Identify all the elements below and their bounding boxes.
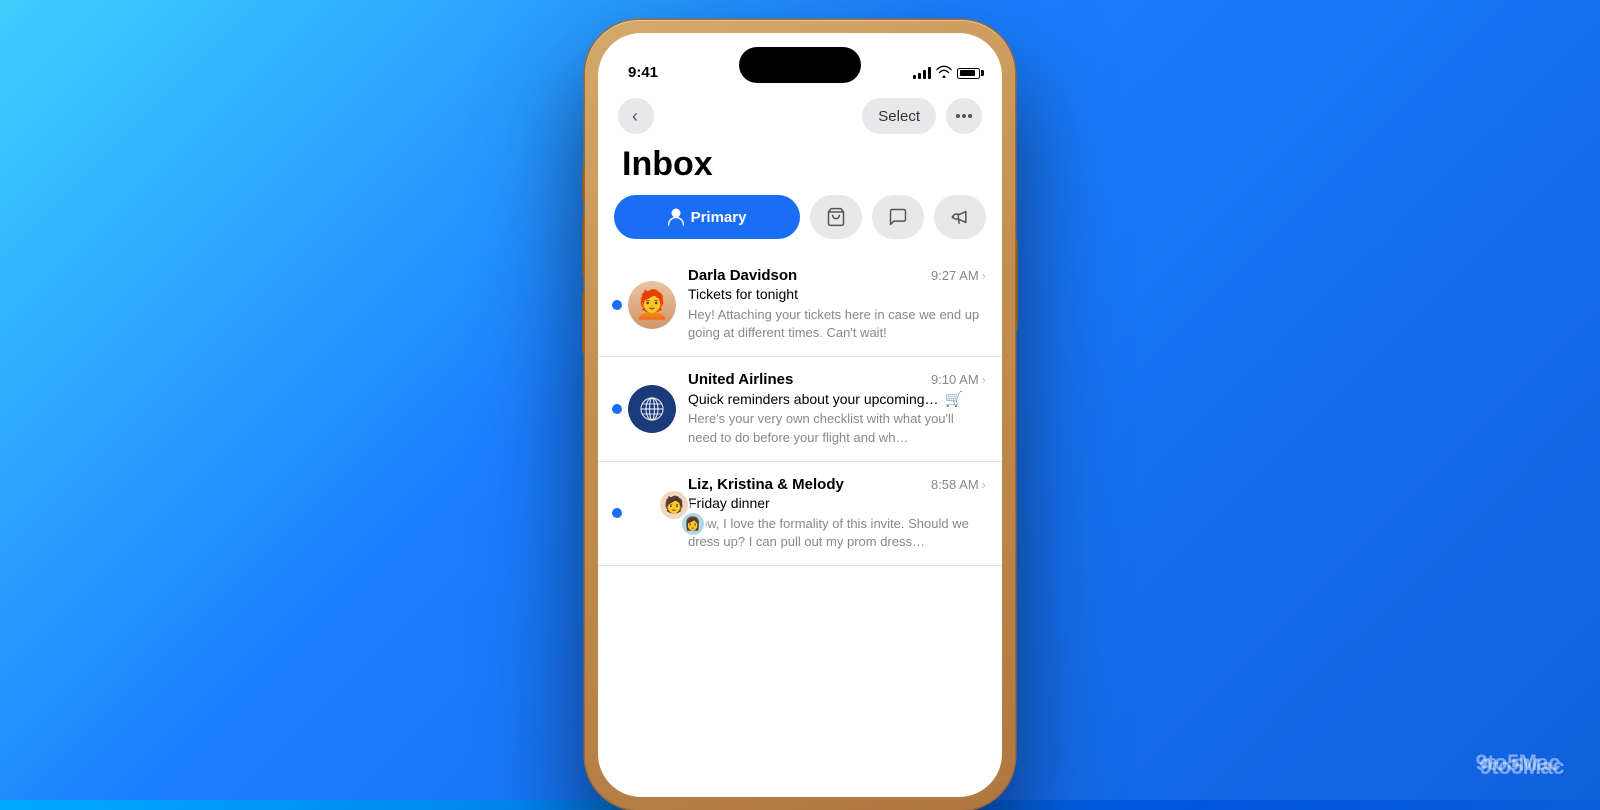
avatar-group: 🧑 👩 xyxy=(628,489,676,537)
chevron-3: › xyxy=(982,477,986,492)
chat-icon xyxy=(888,207,908,227)
select-button[interactable]: Select xyxy=(862,98,936,134)
unread-dot-3 xyxy=(612,508,622,518)
time-3: 8:58 AM xyxy=(931,477,979,492)
sender-3: Liz, Kristina & Melody xyxy=(688,476,844,493)
dynamic-island xyxy=(739,47,861,83)
back-button[interactable]: ‹ xyxy=(618,98,654,134)
email-item-3[interactable]: 🧑 👩 Liz, Kristina & Melody 8:58 AM › xyxy=(598,462,1002,566)
chevron-1: › xyxy=(982,268,986,283)
back-chevron-icon: ‹ xyxy=(632,106,638,127)
subject-1: Tickets for tonight xyxy=(688,286,798,302)
sender-1: Darla Davidson xyxy=(688,267,797,284)
sender-2: United Airlines xyxy=(688,371,793,388)
wifi-icon xyxy=(936,65,952,81)
tab-primary[interactable]: Primary xyxy=(614,195,800,239)
email-item-2[interactable]: United Airlines 9:10 AM › Quick reminder… xyxy=(598,357,1002,461)
cart-icon xyxy=(826,207,846,227)
unread-dot-2 xyxy=(612,404,622,414)
select-label: Select xyxy=(878,108,920,125)
category-tabs: Primary xyxy=(614,195,986,239)
nav-right: Select xyxy=(862,98,982,134)
unread-dot-1 xyxy=(612,300,622,310)
more-button[interactable] xyxy=(946,98,982,134)
signal-icon xyxy=(913,67,931,79)
tab-updates[interactable] xyxy=(934,195,986,239)
category-badge-2: 🛒 xyxy=(945,390,964,408)
subject-2: Quick reminders about your upcoming… xyxy=(688,391,939,407)
phone-screen: 9:41 xyxy=(598,33,1002,797)
email-item-1[interactable]: 🧑‍🦰 Darla Davidson 9:27 AM › Tickets for… xyxy=(598,253,1002,357)
watermark-text: 9to5Mac xyxy=(1479,754,1564,780)
chevron-2: › xyxy=(982,372,986,387)
more-icon xyxy=(956,114,972,118)
tab-primary-label: Primary xyxy=(691,209,747,226)
email-content-3: Liz, Kristina & Melody 8:58 AM › Friday … xyxy=(688,476,986,551)
tab-shopping[interactable] xyxy=(810,195,862,239)
preview-3: Wow, I love the formality of this invite… xyxy=(688,515,986,551)
time-1: 9:27 AM xyxy=(931,268,979,283)
avatar-darla: 🧑‍🦰 xyxy=(628,281,676,329)
inbox-title: Inbox xyxy=(622,145,713,184)
tab-chat[interactable] xyxy=(872,195,924,239)
email-list: 🧑‍🦰 Darla Davidson 9:27 AM › Tickets for… xyxy=(598,253,1002,797)
preview-1: Hey! Attaching your tickets here in case… xyxy=(688,306,986,342)
battery-icon xyxy=(957,68,980,79)
person-icon xyxy=(668,208,684,226)
email-content-2: United Airlines 9:10 AM › Quick reminder… xyxy=(688,371,986,446)
preview-2: Here's your very own checklist with what… xyxy=(688,410,986,446)
nav-bar: ‹ Select xyxy=(598,91,1002,141)
email-content-1: Darla Davidson 9:27 AM › Tickets for ton… xyxy=(688,267,986,342)
megaphone-icon xyxy=(950,207,970,227)
time-2: 9:10 AM xyxy=(931,372,979,387)
status-icons xyxy=(913,65,980,81)
avatar-united xyxy=(628,385,676,433)
